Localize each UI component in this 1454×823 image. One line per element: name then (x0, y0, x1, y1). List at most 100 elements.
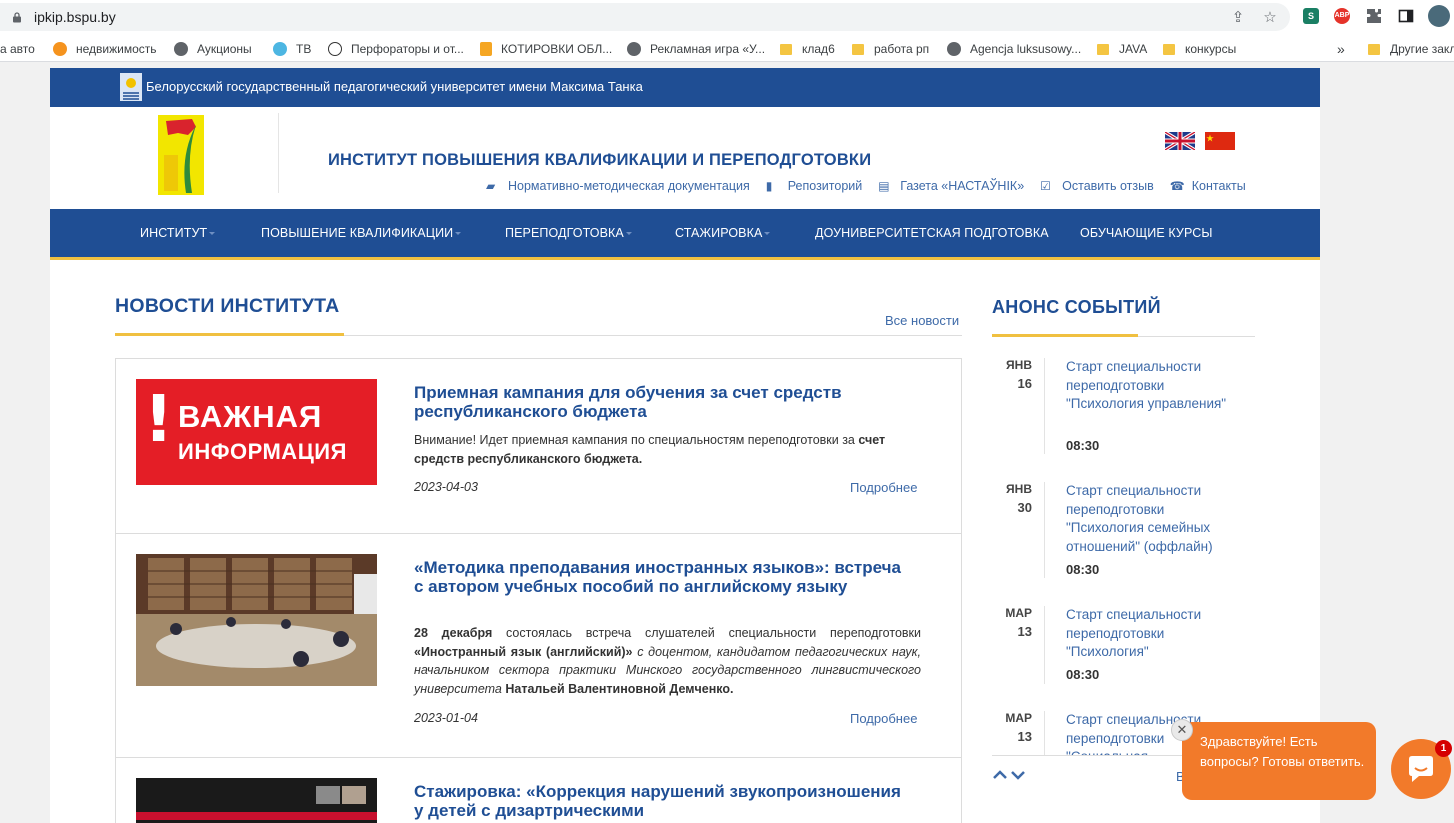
globe-icon (627, 42, 641, 56)
university-name[interactable]: Белорусский государственный педагогическ… (146, 79, 643, 94)
bookmark-label: Перфораторы и от... (351, 42, 464, 56)
bookmark-folder[interactable]: клад6 (780, 41, 835, 57)
docs-link[interactable]: ▰ Нормативно-методическая документация (486, 179, 750, 193)
folder-open-icon: ▰ (486, 179, 496, 193)
url-box[interactable]: ipkip.bspu.by ⇪ ☆ (0, 3, 1290, 31)
bookmark-item[interactable]: Аукционы (174, 41, 252, 57)
event-day: 16 (1017, 376, 1032, 391)
bookmark-item[interactable]: недвижимость (53, 41, 157, 57)
nav-internship[interactable]: СТАЖИРОВКА (675, 226, 771, 240)
bookmark-label: недвижимость (76, 42, 157, 56)
event-title[interactable]: Старт специальности переподготовки "Псих… (1066, 358, 1236, 414)
caret-down-icon (209, 232, 216, 236)
bookmark-label: Рекламная игра «У... (650, 42, 766, 56)
read-more-link[interactable]: Подробнее (850, 711, 917, 726)
bookmark-star-icon[interactable]: ☆ (1262, 10, 1278, 26)
nav-pre-university[interactable]: ДОУНИВЕРСИТЕТСКАЯ ПОДГОТОВКА (815, 226, 1049, 240)
bookmark-item[interactable]: а авто (0, 41, 35, 57)
nav-qualification[interactable]: ПОВЫШЕНИЕ КВАЛИФИКАЦИИ (261, 226, 462, 240)
bookmark-item[interactable]: Рекламная игра «У... (627, 41, 765, 57)
news-image[interactable]: ! ВАЖНАЯ ИНФОРМАЦИЯ (136, 379, 377, 485)
exclamation-icon: ! (144, 383, 174, 457)
university-logo-icon[interactable] (120, 73, 142, 101)
event-divider (1044, 606, 1045, 684)
main-nav: ИНСТИТУТ ПОВЫШЕНИЕ КВАЛИФИКАЦИИ ПЕРЕПОДГ… (50, 209, 1320, 260)
news-title[interactable]: Стажировка: «Коррекция нарушений звукопр… (414, 782, 914, 820)
institute-logo-icon[interactable] (158, 115, 204, 195)
check-square-icon: ☑ (1040, 179, 1051, 193)
chevron-up-down-icon[interactable] (992, 769, 1026, 781)
bookmarks-overflow-button[interactable]: » (1337, 41, 1345, 57)
nav-institute[interactable]: ИНСТИТУТ (140, 226, 216, 240)
news-photo[interactable] (136, 778, 377, 823)
newspaper-link[interactable]: ▤ Газета «НАСТАЎНІК» (878, 179, 1024, 193)
bookmark-folder[interactable]: конкурсы (1163, 41, 1236, 57)
chat-unread-badge: 1 (1435, 740, 1452, 757)
news-photo[interactable] (136, 554, 377, 686)
bookmark-item[interactable]: Agencja luksusowy... (947, 41, 1081, 57)
profile-avatar[interactable] (1428, 5, 1450, 27)
event-item: ЯНВ 30 Старт специальности переподготовк… (992, 482, 1255, 592)
news-text: Внимание! Идет приемная кампания по спец… (414, 431, 921, 468)
chat-close-button[interactable]: ✕ (1171, 719, 1193, 741)
event-month: МАР (1005, 606, 1032, 620)
s-extension-icon[interactable]: S (1303, 8, 1319, 24)
news-card: ! ВАЖНАЯ ИНФОРМАЦИЯ Приемная кампания дл… (115, 358, 962, 534)
caret-down-icon (455, 232, 462, 236)
nav-courses[interactable]: ОБУЧАЮЩИЕ КУРСЫ (1080, 226, 1213, 240)
contacts-link[interactable]: ☎ Контакты (1170, 179, 1246, 193)
share-icon[interactable]: ⇪ (1230, 10, 1246, 26)
nav-label: ИНСТИТУТ (140, 226, 208, 240)
bookmark-label: работа рп (874, 42, 930, 56)
news-title[interactable]: Приемная кампания для обучения за счет с… (414, 383, 914, 421)
bookmark-label: ТВ (296, 42, 312, 56)
side-panel-icon[interactable] (1398, 8, 1414, 24)
caret-down-icon (764, 232, 771, 236)
bookmark-item[interactable]: Перфораторы и от... (328, 41, 464, 57)
nav-label: ОБУЧАЮЩИЕ КУРСЫ (1080, 226, 1213, 240)
bookmark-label: Другие закл (1390, 42, 1454, 56)
bookmark-item[interactable]: ТВ (273, 41, 311, 57)
header-divider (278, 113, 279, 193)
news-card: «Методика преподавания иностранных языко… (115, 534, 962, 758)
news-section-title: НОВОСТИ ИНСТИТУТА (115, 295, 340, 317)
news-date: 2023-01-04 (414, 711, 478, 725)
event-title[interactable]: Старт специальности переподготовки "Псих… (1066, 606, 1236, 662)
globe-icon (174, 42, 188, 56)
url-text[interactable]: ipkip.bspu.by (34, 9, 116, 25)
feedback-link[interactable]: ☑ Оставить отзыв (1040, 179, 1154, 193)
other-bookmarks-folder[interactable]: Другие закл (1368, 41, 1454, 57)
news-date: 2023-04-03 (414, 480, 478, 494)
event-time: 08:30 (1066, 438, 1100, 453)
news-title[interactable]: «Методика преподавания иностранных языко… (414, 558, 914, 596)
bookmark-label: Agencja luksusowy... (970, 42, 1082, 56)
event-month: МАР (1005, 711, 1032, 725)
browser-address-bar: ipkip.bspu.by ⇪ ☆ S ABP (0, 0, 1454, 36)
event-time: 08:30 (1066, 667, 1100, 682)
chat-greeting-bubble[interactable]: Здравствуйте! Есть вопросы? Готовы ответ… (1182, 722, 1376, 800)
read-more-link[interactable]: Подробнее (850, 480, 917, 495)
extensions-puzzle-icon[interactable] (1366, 8, 1382, 24)
bookmark-folder[interactable]: работа рп (852, 41, 929, 57)
bookmark-label: конкурсы (1185, 42, 1237, 56)
link-label: Газета «НАСТАЎНІК» (900, 179, 1025, 193)
bookmark-label: JAVA (1119, 42, 1148, 56)
chinese-flag-icon[interactable] (1205, 132, 1235, 150)
orange-circle-icon (53, 42, 67, 56)
news-text: 28 декабря состоялась встреча слушателей… (414, 624, 921, 698)
repository-link[interactable]: ▮ Репозиторий (766, 179, 863, 193)
lock-icon (13, 12, 21, 23)
adblock-icon[interactable]: ABP (1334, 8, 1350, 24)
institute-title: ИНСТИТУТ ПОВЫШЕНИЯ КВАЛИФИКАЦИИ И ПЕРЕПО… (328, 151, 872, 169)
event-time: 08:30 (1066, 562, 1100, 577)
bookmark-item[interactable]: КОТИРОВКИ ОБЛ... (480, 41, 612, 57)
text-part: Внимание! Идет приемная кампания по спец… (414, 433, 859, 447)
bookmark-folder[interactable]: JAVA (1097, 41, 1147, 57)
news-card: Стажировка: «Коррекция нарушений звукопр… (115, 758, 962, 823)
english-flag-icon[interactable] (1165, 132, 1195, 150)
all-news-link[interactable]: Все новости (885, 313, 959, 328)
tv-icon (273, 42, 287, 56)
event-title[interactable]: Старт специальности переподготовки "Псих… (1066, 482, 1236, 556)
nav-retraining[interactable]: ПЕРЕПОДГОТОВКА (505, 226, 632, 240)
events-section-title: АНОНС СОБЫТИЙ (992, 297, 1161, 317)
